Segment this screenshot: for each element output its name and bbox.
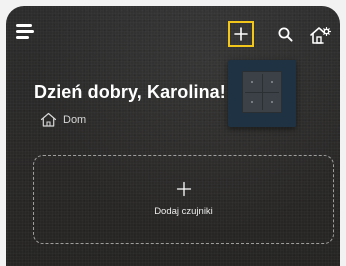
menu-bar <box>16 24 32 27</box>
add-device-button[interactable] <box>228 21 254 47</box>
switch-indicator <box>251 81 253 83</box>
search-icon <box>278 27 293 42</box>
plus-icon <box>234 27 248 41</box>
device-tile[interactable] <box>228 60 296 127</box>
switch-indicator <box>271 81 273 83</box>
home-settings-button[interactable] <box>308 23 332 47</box>
menu-button[interactable] <box>16 22 38 40</box>
switch-indicator <box>271 101 273 103</box>
top-bar <box>6 6 340 56</box>
switch-indicator <box>251 101 253 103</box>
add-sensors-card[interactable]: Dodaj czujniki <box>33 155 334 244</box>
home-label: Dom <box>63 113 87 126</box>
light-switch-icon <box>242 71 282 113</box>
home-icon <box>40 112 57 127</box>
app-view: Dzień dobry, Karolina! Dom Dodaj czujnik… <box>6 6 340 266</box>
search-button[interactable] <box>276 25 296 45</box>
menu-bar <box>16 36 29 39</box>
greeting-title: Dzień dobry, Karolina! <box>34 82 226 102</box>
home-settings-icon <box>310 27 331 44</box>
menu-bar <box>16 30 34 33</box>
home-selector[interactable]: Dom <box>40 112 86 127</box>
plus-icon <box>176 181 192 197</box>
screen: Dzień dobry, Karolina! Dom Dodaj czujnik… <box>0 0 346 266</box>
add-sensors-label: Dodaj czujniki <box>154 206 213 217</box>
